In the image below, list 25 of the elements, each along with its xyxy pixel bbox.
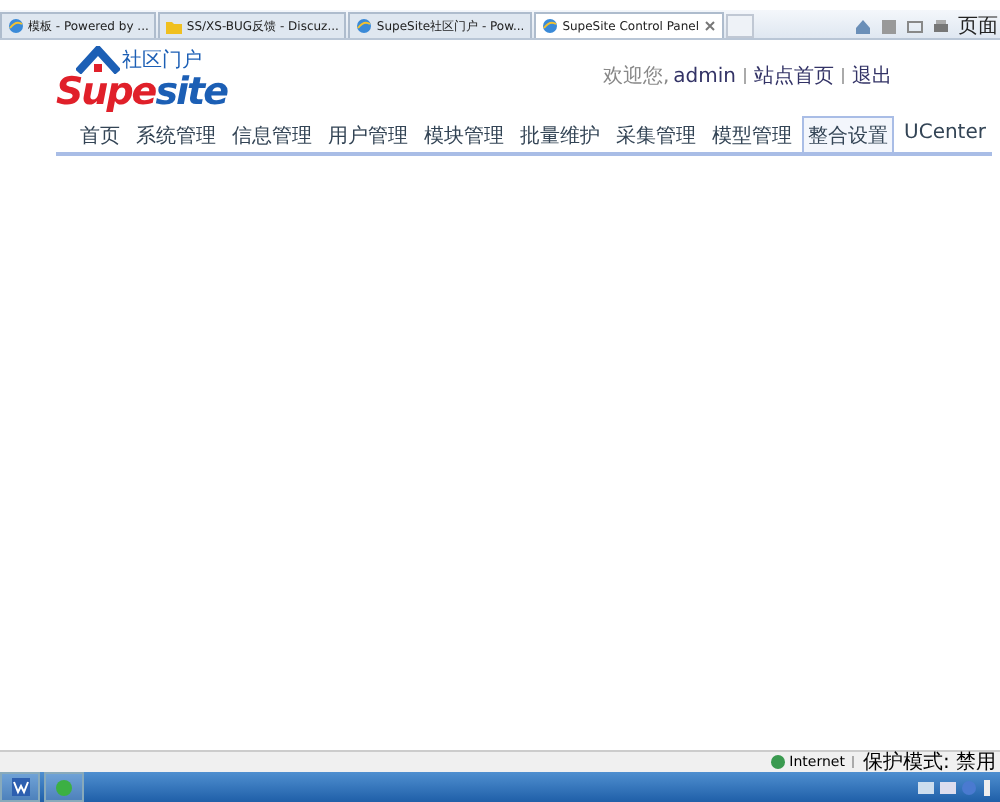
print-icon[interactable] <box>932 17 950 35</box>
protected-mode: 保护模式: 禁用 <box>862 749 996 776</box>
page-menu[interactable]: 页面 <box>958 12 998 40</box>
nav-tab[interactable]: 用户管理 <box>322 116 415 152</box>
header-link[interactable]: 站点首页 <box>754 62 834 90</box>
nav-tab[interactable]: UCenter <box>898 116 992 152</box>
nav-tab[interactable]: 模型管理 <box>706 116 799 152</box>
nav-tab[interactable]: 系统管理 <box>130 116 223 152</box>
document-icon <box>11 778 29 796</box>
roof-icon <box>76 46 120 74</box>
close-icon[interactable] <box>703 20 716 32</box>
nav-tab[interactable]: 采集管理 <box>610 116 703 152</box>
taskbar-button[interactable] <box>0 772 40 802</box>
nav-tab[interactable]: 模块管理 <box>418 116 511 152</box>
nav-tab[interactable]: 整合设置 <box>802 116 895 152</box>
welcome-text: 欢迎您, <box>602 63 670 90</box>
nav-tab[interactable]: 首页 <box>74 116 127 152</box>
nav-tab[interactable]: 信息管理 <box>226 116 319 152</box>
nav-tab[interactable]: 批量维护 <box>514 116 607 152</box>
home-icon[interactable] <box>854 17 872 35</box>
username-link[interactable]: admin <box>673 65 736 87</box>
logo-wordmark: Supesite <box>56 74 227 112</box>
header-link[interactable]: 退出 <box>852 62 892 90</box>
folder-icon <box>166 19 183 33</box>
logo-tagline: 社区门户 <box>122 47 202 74</box>
